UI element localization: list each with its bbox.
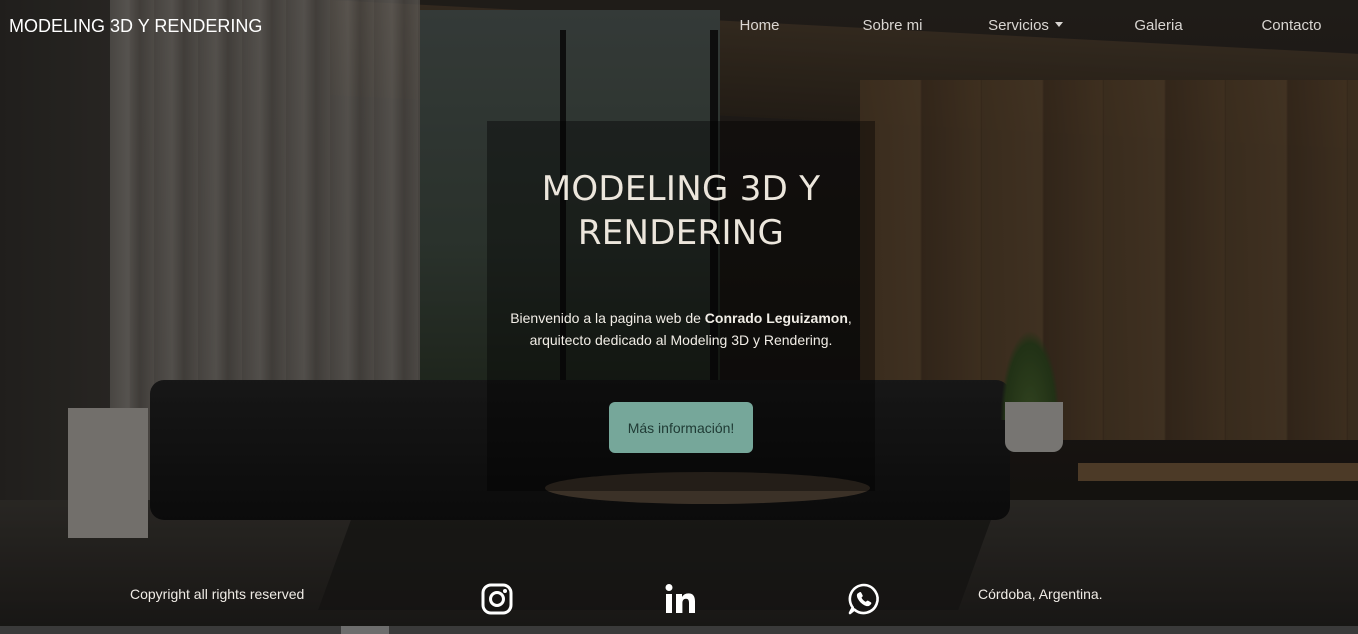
more-info-button[interactable]: Más información! (609, 402, 753, 453)
horizontal-scrollbar[interactable] (0, 626, 1358, 634)
hero-intro: Bienvenido a la pagina web de Conrado Le… (505, 307, 857, 351)
nav-servicios-label: Servicios (988, 17, 1049, 34)
copyright-text: Copyright all rights reserved (130, 586, 305, 602)
nav-sobre-mi[interactable]: Sobre mi (826, 0, 959, 52)
scrollbar-thumb[interactable] (341, 626, 389, 634)
instagram-icon[interactable] (480, 582, 514, 616)
nav-servicios-dropdown[interactable]: Servicios (959, 0, 1092, 52)
nav-contacto[interactable]: Contacto (1225, 0, 1358, 52)
brand-link[interactable]: MODELING 3D Y RENDERING (9, 16, 262, 37)
chevron-down-icon (1054, 22, 1063, 27)
nav-links: Home Sobre mi Servicios Galeria Contacto (693, 0, 1358, 52)
navbar: MODELING 3D Y RENDERING Home Sobre mi Se… (0, 0, 1358, 52)
nav-galeria[interactable]: Galeria (1092, 0, 1225, 52)
linkedin-icon[interactable] (663, 582, 697, 616)
intro-prefix: Bienvenido a la pagina web de (510, 310, 705, 326)
nav-home[interactable]: Home (693, 0, 826, 52)
location-text: Córdoba, Argentina. (978, 586, 1103, 602)
hero-title: MODELING 3D Y RENDERING (541, 169, 821, 253)
footer: Copyright all rights reserved Córdoba, A… (0, 572, 1358, 626)
intro-name: Conrado Leguizamon (704, 310, 848, 326)
hero-card: MODELING 3D Y RENDERING Bienvenido a la … (487, 121, 875, 491)
whatsapp-icon[interactable] (847, 582, 881, 616)
